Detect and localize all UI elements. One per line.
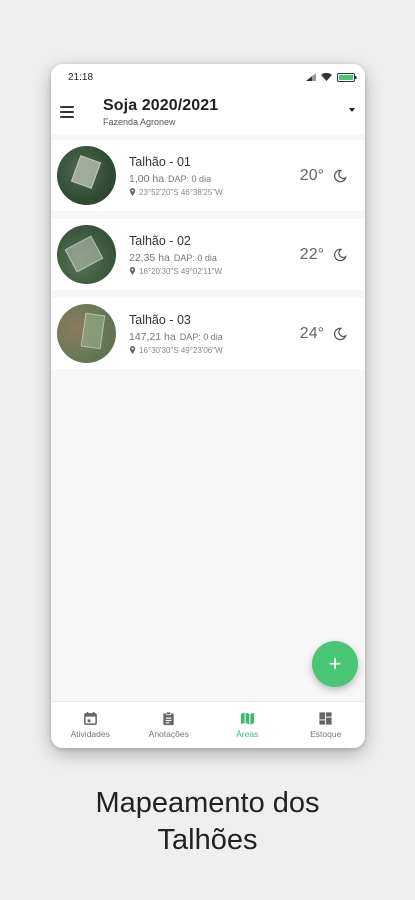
- bottom-navigation: Atividades Anotações Áreas Estoque: [51, 701, 365, 748]
- field-name: Talhão - 03: [129, 312, 191, 327]
- wifi-icon: [321, 73, 332, 81]
- location-pin-icon: [129, 346, 136, 354]
- field-dap: DAP: 0 dia: [179, 331, 223, 342]
- nav-item-atividades[interactable]: Atividades: [51, 702, 130, 748]
- page-title: Soja 2020/2021: [103, 97, 219, 114]
- field-coordinates: 16°20'30"S 49°02'11"W: [139, 266, 223, 276]
- page-subtitle: Fazenda Agronew: [103, 117, 176, 127]
- app-bar-titles: Soja 2020/2021 Fazenda Agronew: [103, 97, 349, 127]
- field-satellite-thumbnail: [57, 225, 116, 284]
- caption-line-1: Mapeamento dos: [95, 787, 320, 819]
- nav-item-anotacoes[interactable]: Anotações: [130, 702, 209, 748]
- field-area: 1,00 ha: [129, 172, 165, 185]
- caption-line-2: Talhões: [157, 824, 258, 856]
- field-dap: DAP: 0 dia: [173, 252, 217, 263]
- field-card[interactable]: Talhão - 02 22,35 ha DAP: 0 dia 16°20'30"…: [51, 219, 365, 290]
- dropdown-arrow-icon[interactable]: [349, 108, 355, 112]
- nav-label: Atividades: [70, 729, 110, 739]
- field-name: Talhão - 02: [129, 233, 191, 248]
- promo-caption: Mapeamento dos Talhões: [0, 785, 415, 859]
- location-pin-icon: [129, 188, 136, 196]
- field-coordinates: 16°30'30"S 49°23'06"W: [139, 345, 223, 355]
- status-icons: [306, 72, 357, 82]
- signal-icon: [306, 73, 316, 81]
- calendar-icon: [83, 711, 97, 725]
- location-pin-icon: [129, 267, 136, 275]
- battery-icon: [337, 72, 357, 82]
- field-card[interactable]: Talhão - 03 147,21 ha DAP: 0 dia 16°30'30…: [51, 298, 365, 369]
- field-temperature: 24°: [299, 324, 324, 342]
- field-dap: DAP: 0 dia: [168, 173, 212, 184]
- field-area: 22,35 ha: [129, 251, 170, 264]
- moon-icon: [333, 327, 347, 340]
- nav-item-areas[interactable]: Áreas: [208, 702, 287, 748]
- nav-label: Anotações: [148, 729, 189, 739]
- add-field-button[interactable]: +: [312, 641, 358, 687]
- status-bar: 21:18: [51, 64, 365, 90]
- dashboard-icon: [319, 712, 332, 725]
- app-bar: Soja 2020/2021 Fazenda Agronew: [51, 90, 365, 134]
- status-time: 21:18: [68, 71, 94, 83]
- plus-icon: +: [328, 651, 342, 676]
- field-coordinates: 23°52'20"S 46°38'25"W: [139, 187, 223, 197]
- field-name: Talhão - 01: [129, 154, 191, 169]
- field-satellite-thumbnail: [57, 146, 116, 205]
- field-card[interactable]: Talhão - 01 1,00 ha DAP: 0 dia 23°52'20"S…: [51, 140, 365, 211]
- field-satellite-thumbnail: [57, 304, 116, 363]
- clipboard-icon: [163, 711, 174, 726]
- moon-icon: [333, 248, 347, 261]
- nav-label: Áreas: [236, 729, 259, 739]
- moon-icon: [333, 169, 347, 182]
- menu-icon[interactable]: [60, 106, 74, 118]
- map-icon: [240, 712, 254, 725]
- nav-label: Estoque: [310, 729, 342, 739]
- field-area: 147,21 ha: [129, 330, 176, 343]
- field-temperature: 20°: [299, 166, 324, 184]
- nav-item-estoque[interactable]: Estoque: [287, 702, 366, 748]
- field-temperature: 22°: [299, 245, 324, 263]
- phone-screen: 21:18 Soja 2020/2021 Fazenda Agronew Tal…: [51, 64, 365, 748]
